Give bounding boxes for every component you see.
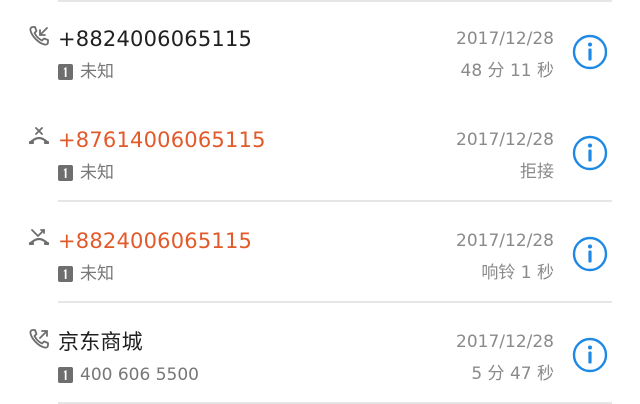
sim-card-icon bbox=[58, 64, 73, 80]
call-log-row[interactable]: 京东商城 400 606 5500 2017/12/28 5 分 47 秒 bbox=[0, 303, 640, 404]
call-duration: 5 分 47 秒 bbox=[471, 364, 554, 384]
info-button[interactable] bbox=[572, 34, 608, 70]
call-date: 2017/12/28 bbox=[456, 130, 554, 150]
info-icon bbox=[572, 135, 608, 171]
info-button[interactable] bbox=[572, 135, 608, 171]
caller-location: 未知 bbox=[80, 163, 114, 183]
call-incoming-icon bbox=[27, 24, 51, 48]
call-log-row[interactable]: +87614006065115 未知 2017/12/28 拒接 bbox=[0, 101, 640, 202]
call-log-row[interactable]: +8824006065115 未知 2017/12/28 48 分 11 秒 bbox=[0, 0, 640, 101]
call-log-list: +87614006065115 未知 2017/12/28 拒接 +882400… bbox=[0, 0, 640, 404]
call-detail: 响铃 1 秒 bbox=[481, 263, 554, 283]
info-icon bbox=[572, 337, 608, 373]
caller-name: +8824006065115 bbox=[58, 27, 253, 51]
caller-location: 未知 bbox=[80, 264, 114, 284]
call-date: 2017/12/28 bbox=[456, 332, 554, 352]
call-detail: 拒接 bbox=[520, 162, 554, 182]
info-button[interactable] bbox=[572, 337, 608, 373]
sim-card-icon bbox=[58, 367, 73, 383]
caller-number: 400 606 5500 bbox=[80, 365, 199, 385]
info-icon bbox=[572, 236, 608, 272]
call-date: 2017/12/28 bbox=[456, 29, 554, 49]
call-log-row[interactable]: +8824006065115 未知 2017/12/28 响铃 1 秒 bbox=[0, 202, 640, 303]
call-duration: 48 分 11 秒 bbox=[460, 61, 554, 81]
call-missed-icon bbox=[27, 226, 51, 250]
caller-name: +87614006065115 bbox=[58, 128, 266, 152]
sim-card-icon bbox=[58, 165, 73, 181]
info-button[interactable] bbox=[572, 236, 608, 272]
caller-name: 京东商城 bbox=[58, 330, 143, 354]
call-outgoing-icon bbox=[27, 327, 51, 351]
call-rejected-icon bbox=[27, 125, 51, 149]
info-icon bbox=[572, 34, 608, 70]
call-date: 2017/12/28 bbox=[456, 231, 554, 251]
sim-card-icon bbox=[58, 266, 73, 282]
caller-name: +8824006065115 bbox=[58, 229, 253, 253]
caller-location: 未知 bbox=[80, 62, 114, 82]
